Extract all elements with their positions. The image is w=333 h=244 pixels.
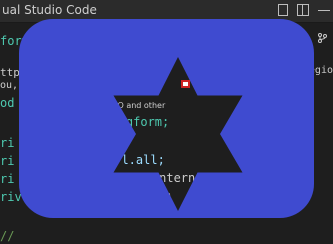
code-fragment: riv: [0, 190, 22, 204]
code-line: dfl.internal.dli: [123, 171, 239, 185]
notification-badge-icon: [181, 80, 190, 88]
star-window: (GDO and other ppingform; dfl.all; dfl.i…: [103, 57, 243, 211]
code-fragment: ri: [0, 136, 15, 150]
code-fragment: ou,: [0, 80, 19, 91]
code-comment: //: [0, 229, 15, 243]
code-line: mem: [149, 189, 171, 203]
code-line: dfl.all;: [107, 153, 165, 167]
code-fragment: ri: [0, 172, 15, 186]
code-fragment: ttp: [0, 66, 20, 79]
branch-icon[interactable]: [317, 33, 327, 43]
star-cutout: (GDO and other ppingform; dfl.all; dfl.i…: [103, 57, 253, 211]
code-line: ppingform;: [103, 115, 170, 129]
code-fragment: ri: [0, 154, 15, 168]
window-layout-icon[interactable]: [296, 3, 310, 17]
code-fragment: od: [0, 96, 15, 110]
code-comment-fragment: (GDO and other: [103, 101, 166, 110]
window-split-icon[interactable]: [276, 3, 290, 17]
overlay-card: (GDO and other ppingform; dfl.all; dfl.i…: [19, 19, 314, 218]
minimize-icon[interactable]: [318, 3, 332, 17]
window-title: ual Studio Code: [2, 3, 97, 17]
